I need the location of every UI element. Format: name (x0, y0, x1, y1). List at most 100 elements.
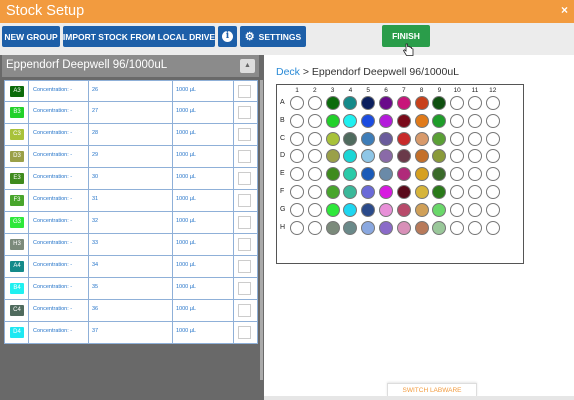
plate-well[interactable] (396, 113, 411, 128)
plate-well[interactable] (450, 220, 465, 235)
plate-well[interactable] (485, 96, 500, 110)
plate-well[interactable] (468, 96, 482, 110)
plate-well[interactable] (432, 113, 447, 128)
import-stock-button[interactable]: IMPORT STOCK FROM LOCAL DRIVE (63, 26, 215, 47)
plate-well[interactable] (414, 113, 429, 128)
plate-well[interactable] (325, 149, 340, 164)
plate-well[interactable] (307, 96, 322, 110)
plate-well[interactable] (325, 167, 340, 182)
plate-well[interactable] (432, 149, 447, 164)
plate-well[interactable] (485, 149, 500, 164)
row-checkbox[interactable] (238, 194, 251, 207)
plate-well[interactable] (325, 185, 340, 199)
plate-well[interactable] (414, 167, 429, 182)
plate-well[interactable] (485, 202, 500, 217)
plate-well[interactable] (432, 131, 447, 146)
plate-well[interactable] (307, 149, 322, 164)
plate-well[interactable] (343, 202, 358, 217)
plate-well[interactable] (290, 113, 304, 128)
plate-well[interactable] (379, 149, 393, 164)
plate-well[interactable] (379, 185, 393, 199)
stock-row[interactable]: A4 Concentration: - 34 1000 µL (4, 256, 258, 278)
stock-row[interactable]: A3 Concentration: - 26 1000 µL (4, 80, 258, 102)
plate-well[interactable] (290, 96, 304, 110)
plate-well[interactable] (307, 220, 322, 235)
breadcrumb-deck-link[interactable]: Deck (276, 66, 300, 78)
plate-well[interactable] (432, 167, 447, 182)
plate-well[interactable] (450, 202, 465, 217)
plate-well[interactable] (290, 149, 304, 164)
plate-well[interactable] (379, 113, 393, 128)
plate-well[interactable] (325, 113, 340, 128)
plate-well[interactable] (396, 167, 411, 182)
stock-row[interactable]: H3 Concentration: - 33 1000 µL (4, 234, 258, 256)
stock-row[interactable]: D4 Concentration: - 37 1000 µL (4, 322, 258, 344)
row-checkbox[interactable] (238, 106, 251, 119)
plate-well[interactable] (485, 113, 500, 128)
row-checkbox[interactable] (238, 282, 251, 295)
plate-well[interactable] (343, 113, 358, 128)
plate-well[interactable] (307, 113, 322, 128)
plate-well[interactable] (325, 220, 340, 235)
plate-well[interactable] (343, 149, 358, 164)
plate-well[interactable] (468, 149, 482, 164)
collapse-icon[interactable]: ▲ (240, 59, 255, 73)
row-checkbox[interactable] (238, 326, 251, 339)
stock-row[interactable]: C3 Concentration: - 28 1000 µL (4, 124, 258, 146)
plate-well[interactable] (379, 131, 393, 146)
row-checkbox[interactable] (238, 128, 251, 141)
plate-well[interactable] (450, 96, 465, 110)
plate-well[interactable] (361, 185, 376, 199)
row-checkbox[interactable] (238, 150, 251, 163)
plate-well[interactable] (307, 167, 322, 182)
plate-well[interactable] (396, 220, 411, 235)
plate-well[interactable] (396, 149, 411, 164)
plate-well[interactable] (485, 220, 500, 235)
plate-well[interactable] (396, 96, 411, 110)
plate-well[interactable] (325, 202, 340, 217)
plate-well[interactable] (343, 220, 358, 235)
plate-well[interactable] (361, 167, 376, 182)
plate-well[interactable] (432, 185, 447, 199)
plate-well[interactable] (450, 149, 465, 164)
row-checkbox[interactable] (238, 238, 251, 251)
stock-row[interactable]: B3 Concentration: - 27 1000 µL (4, 102, 258, 124)
plate-well[interactable] (468, 113, 482, 128)
row-checkbox[interactable] (238, 304, 251, 317)
plate-well[interactable] (361, 220, 376, 235)
stock-row[interactable]: F3 Concentration: - 31 1000 µL (4, 190, 258, 212)
plate-well[interactable] (379, 220, 393, 235)
plate-well[interactable] (325, 96, 340, 110)
plate-well[interactable] (414, 96, 429, 110)
plate-well[interactable] (485, 131, 500, 146)
plate-well[interactable] (307, 202, 322, 217)
plate-well[interactable] (414, 185, 429, 199)
plate-well[interactable] (361, 131, 376, 146)
stock-row[interactable]: E3 Concentration: - 30 1000 µL (4, 168, 258, 190)
plate-well[interactable] (414, 149, 429, 164)
plate-well[interactable] (468, 167, 482, 182)
plate-well[interactable] (361, 149, 376, 164)
plate-well[interactable] (379, 202, 393, 217)
plate-well[interactable] (414, 131, 429, 146)
plate-well[interactable] (343, 167, 358, 182)
plate-well[interactable] (414, 202, 429, 217)
switch-labware-button[interactable]: SWITCH LABWARE (387, 383, 477, 397)
settings-button[interactable]: ⚙ SETTINGS (240, 26, 306, 47)
plate-well[interactable] (450, 131, 465, 146)
plate-well[interactable] (307, 131, 322, 146)
plate-well[interactable] (361, 202, 376, 217)
stock-row[interactable]: D3 Concentration: - 29 1000 µL (4, 146, 258, 168)
plate-well[interactable] (485, 185, 500, 199)
stock-row[interactable]: G3 Concentration: - 32 1000 µL (4, 212, 258, 234)
plate-well[interactable] (343, 96, 358, 110)
row-checkbox[interactable] (238, 172, 251, 185)
new-group-button[interactable]: NEW GROUP (2, 26, 60, 47)
plate-well[interactable] (379, 96, 393, 110)
plate-well[interactable] (485, 167, 500, 182)
plate-well[interactable] (379, 167, 393, 182)
plate-well[interactable] (343, 185, 358, 199)
plate-well[interactable] (468, 202, 482, 217)
plate-well[interactable] (290, 167, 304, 182)
plate-well[interactable] (290, 202, 304, 217)
